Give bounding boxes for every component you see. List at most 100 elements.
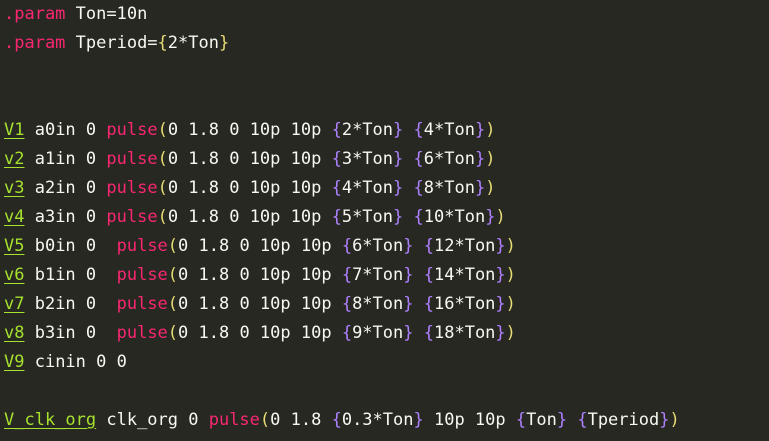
brace-token: { <box>331 410 342 430</box>
brace-token: } <box>659 410 670 430</box>
code-text: 0 1.8 0 10p 10p <box>167 149 332 169</box>
paren-token: ( <box>167 265 179 285</box>
function-name: pulse <box>106 120 158 140</box>
brace-token: { <box>413 178 424 198</box>
brace-token: } <box>495 323 506 343</box>
brace-token: { <box>423 236 434 256</box>
brace-token: } <box>474 120 486 140</box>
brace-token: { <box>331 149 342 169</box>
paren-token: ( <box>157 120 168 140</box>
brace-token: { <box>331 120 342 140</box>
code-text: 14*Ton <box>434 265 496 285</box>
source-name: V5 <box>4 236 25 256</box>
code-text: 6*Ton <box>352 236 404 256</box>
brace-token: { <box>413 207 424 227</box>
code-text: 4*Ton <box>341 178 394 198</box>
code-editor[interactable]: .param Ton=10n .param Tperiod={2*Ton} V1 a… <box>0 0 769 441</box>
paren-token: ( <box>167 323 179 343</box>
paren-token: ) <box>505 265 516 285</box>
brace-token: { <box>423 323 434 343</box>
code-text: Ton <box>526 410 557 430</box>
brace-token: { <box>341 294 353 314</box>
paren-token: ) <box>495 207 506 227</box>
code-text: 18*Ton <box>434 323 496 343</box>
function-name: pulse <box>116 294 168 314</box>
brace-token: { <box>413 120 424 140</box>
code-text: 8*Ton <box>352 294 404 314</box>
code-line[interactable]: v4 a3in 0 pulse(0 1.8 0 10p 10p {5*Ton} … <box>4 203 506 232</box>
code-line[interactable]: V5 b0in 0 pulse(0 1.8 0 10p 10p {6*Ton} … <box>4 232 516 261</box>
source-name: v4 <box>4 207 25 227</box>
code-line[interactable]: V9 cinin 0 0 <box>4 348 127 377</box>
code-text: a0in 0 <box>24 120 107 140</box>
paren-token: ( <box>167 236 179 256</box>
source-name: V9 <box>4 352 25 372</box>
brace-token: } <box>403 294 414 314</box>
source-name: v8 <box>4 323 25 343</box>
code-text: 8*Ton <box>423 178 475 198</box>
code-text: b0in 0 <box>24 236 117 256</box>
paren-token: ) <box>505 236 516 256</box>
code-text: 0 1.8 <box>270 410 332 430</box>
function-name: pulse <box>116 236 168 256</box>
paren-token: ) <box>669 410 680 430</box>
source-name: v6 <box>4 265 25 285</box>
code-text: 0 1.8 0 10p 10p <box>167 207 332 227</box>
code-text: a2in 0 <box>24 178 107 198</box>
paren-token: ) <box>485 149 496 169</box>
brace-token: { <box>341 265 353 285</box>
brace-token: } <box>403 236 414 256</box>
brace-token: } <box>393 207 404 227</box>
brace-token: { <box>515 410 527 430</box>
source-name: v2 <box>4 149 25 169</box>
code-text: b2in 0 <box>24 294 117 314</box>
code-text: 6*Ton <box>423 149 475 169</box>
code-line[interactable]: .param Tperiod={2*Ton} <box>4 29 229 58</box>
code-line[interactable]: v7 b2in 0 pulse(0 1.8 0 10p 10p {8*Ton} … <box>4 290 516 319</box>
brace-token: } <box>474 178 486 198</box>
paren-token: } <box>218 33 230 53</box>
brace-token: { <box>331 178 342 198</box>
brace-token: { <box>423 294 434 314</box>
param-directive: .param <box>4 4 66 24</box>
code-line[interactable]: v8 b3in 0 pulse(0 1.8 0 10p 10p {9*Ton} … <box>4 319 516 348</box>
paren-token: ( <box>167 294 179 314</box>
function-name: pulse <box>208 410 260 430</box>
code-text: 0 1.8 0 10p 10p <box>178 265 342 285</box>
brace-token: } <box>474 149 486 169</box>
code-text: 9*Ton <box>352 323 404 343</box>
code-text: a3in 0 <box>24 207 107 227</box>
paren-token: ) <box>505 294 516 314</box>
code-text: Tperiod= <box>65 33 158 53</box>
code-line[interactable]: v2 a1in 0 pulse(0 1.8 0 10p 10p {3*Ton} … <box>4 145 495 174</box>
source-name: V_clk_org <box>4 410 97 430</box>
brace-token: } <box>495 236 506 256</box>
code-line[interactable]: V1 a0in 0 pulse(0 1.8 0 10p 10p {2*Ton} … <box>4 116 495 145</box>
code-text: 3*Ton <box>341 149 394 169</box>
code-line[interactable]: v6 b1in 0 pulse(0 1.8 0 10p 10p {7*Ton} … <box>4 261 516 290</box>
code-line[interactable]: v3 a2in 0 pulse(0 1.8 0 10p 10p {4*Ton} … <box>4 174 495 203</box>
code-line[interactable]: .param Ton=10n <box>4 0 147 29</box>
code-text: 0 1.8 0 10p 10p <box>178 323 342 343</box>
paren-token: ) <box>485 178 496 198</box>
brace-token: { <box>341 236 353 256</box>
brace-token: } <box>485 207 496 227</box>
brace-token: } <box>556 410 568 430</box>
code-text: 0 1.8 0 10p 10p <box>167 120 332 140</box>
code-text: 0 1.8 0 10p 10p <box>167 178 332 198</box>
code-text: 5*Ton <box>341 207 394 227</box>
code-text: cinin 0 0 <box>24 352 127 372</box>
code-text: 4*Ton <box>423 120 475 140</box>
code-text: 10p 10p <box>423 410 516 430</box>
paren-token: ( <box>157 207 168 227</box>
code-text: 2*Ton <box>167 33 219 53</box>
code-line[interactable]: V_clk_org clk_org 0 pulse(0 1.8 {0.3*Ton… <box>4 406 680 435</box>
